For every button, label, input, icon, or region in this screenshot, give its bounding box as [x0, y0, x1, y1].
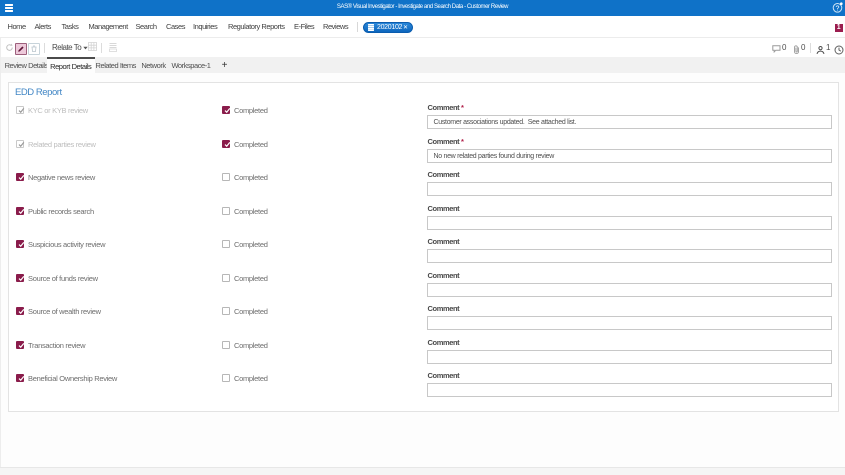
svg-text:?: ?	[836, 5, 840, 12]
